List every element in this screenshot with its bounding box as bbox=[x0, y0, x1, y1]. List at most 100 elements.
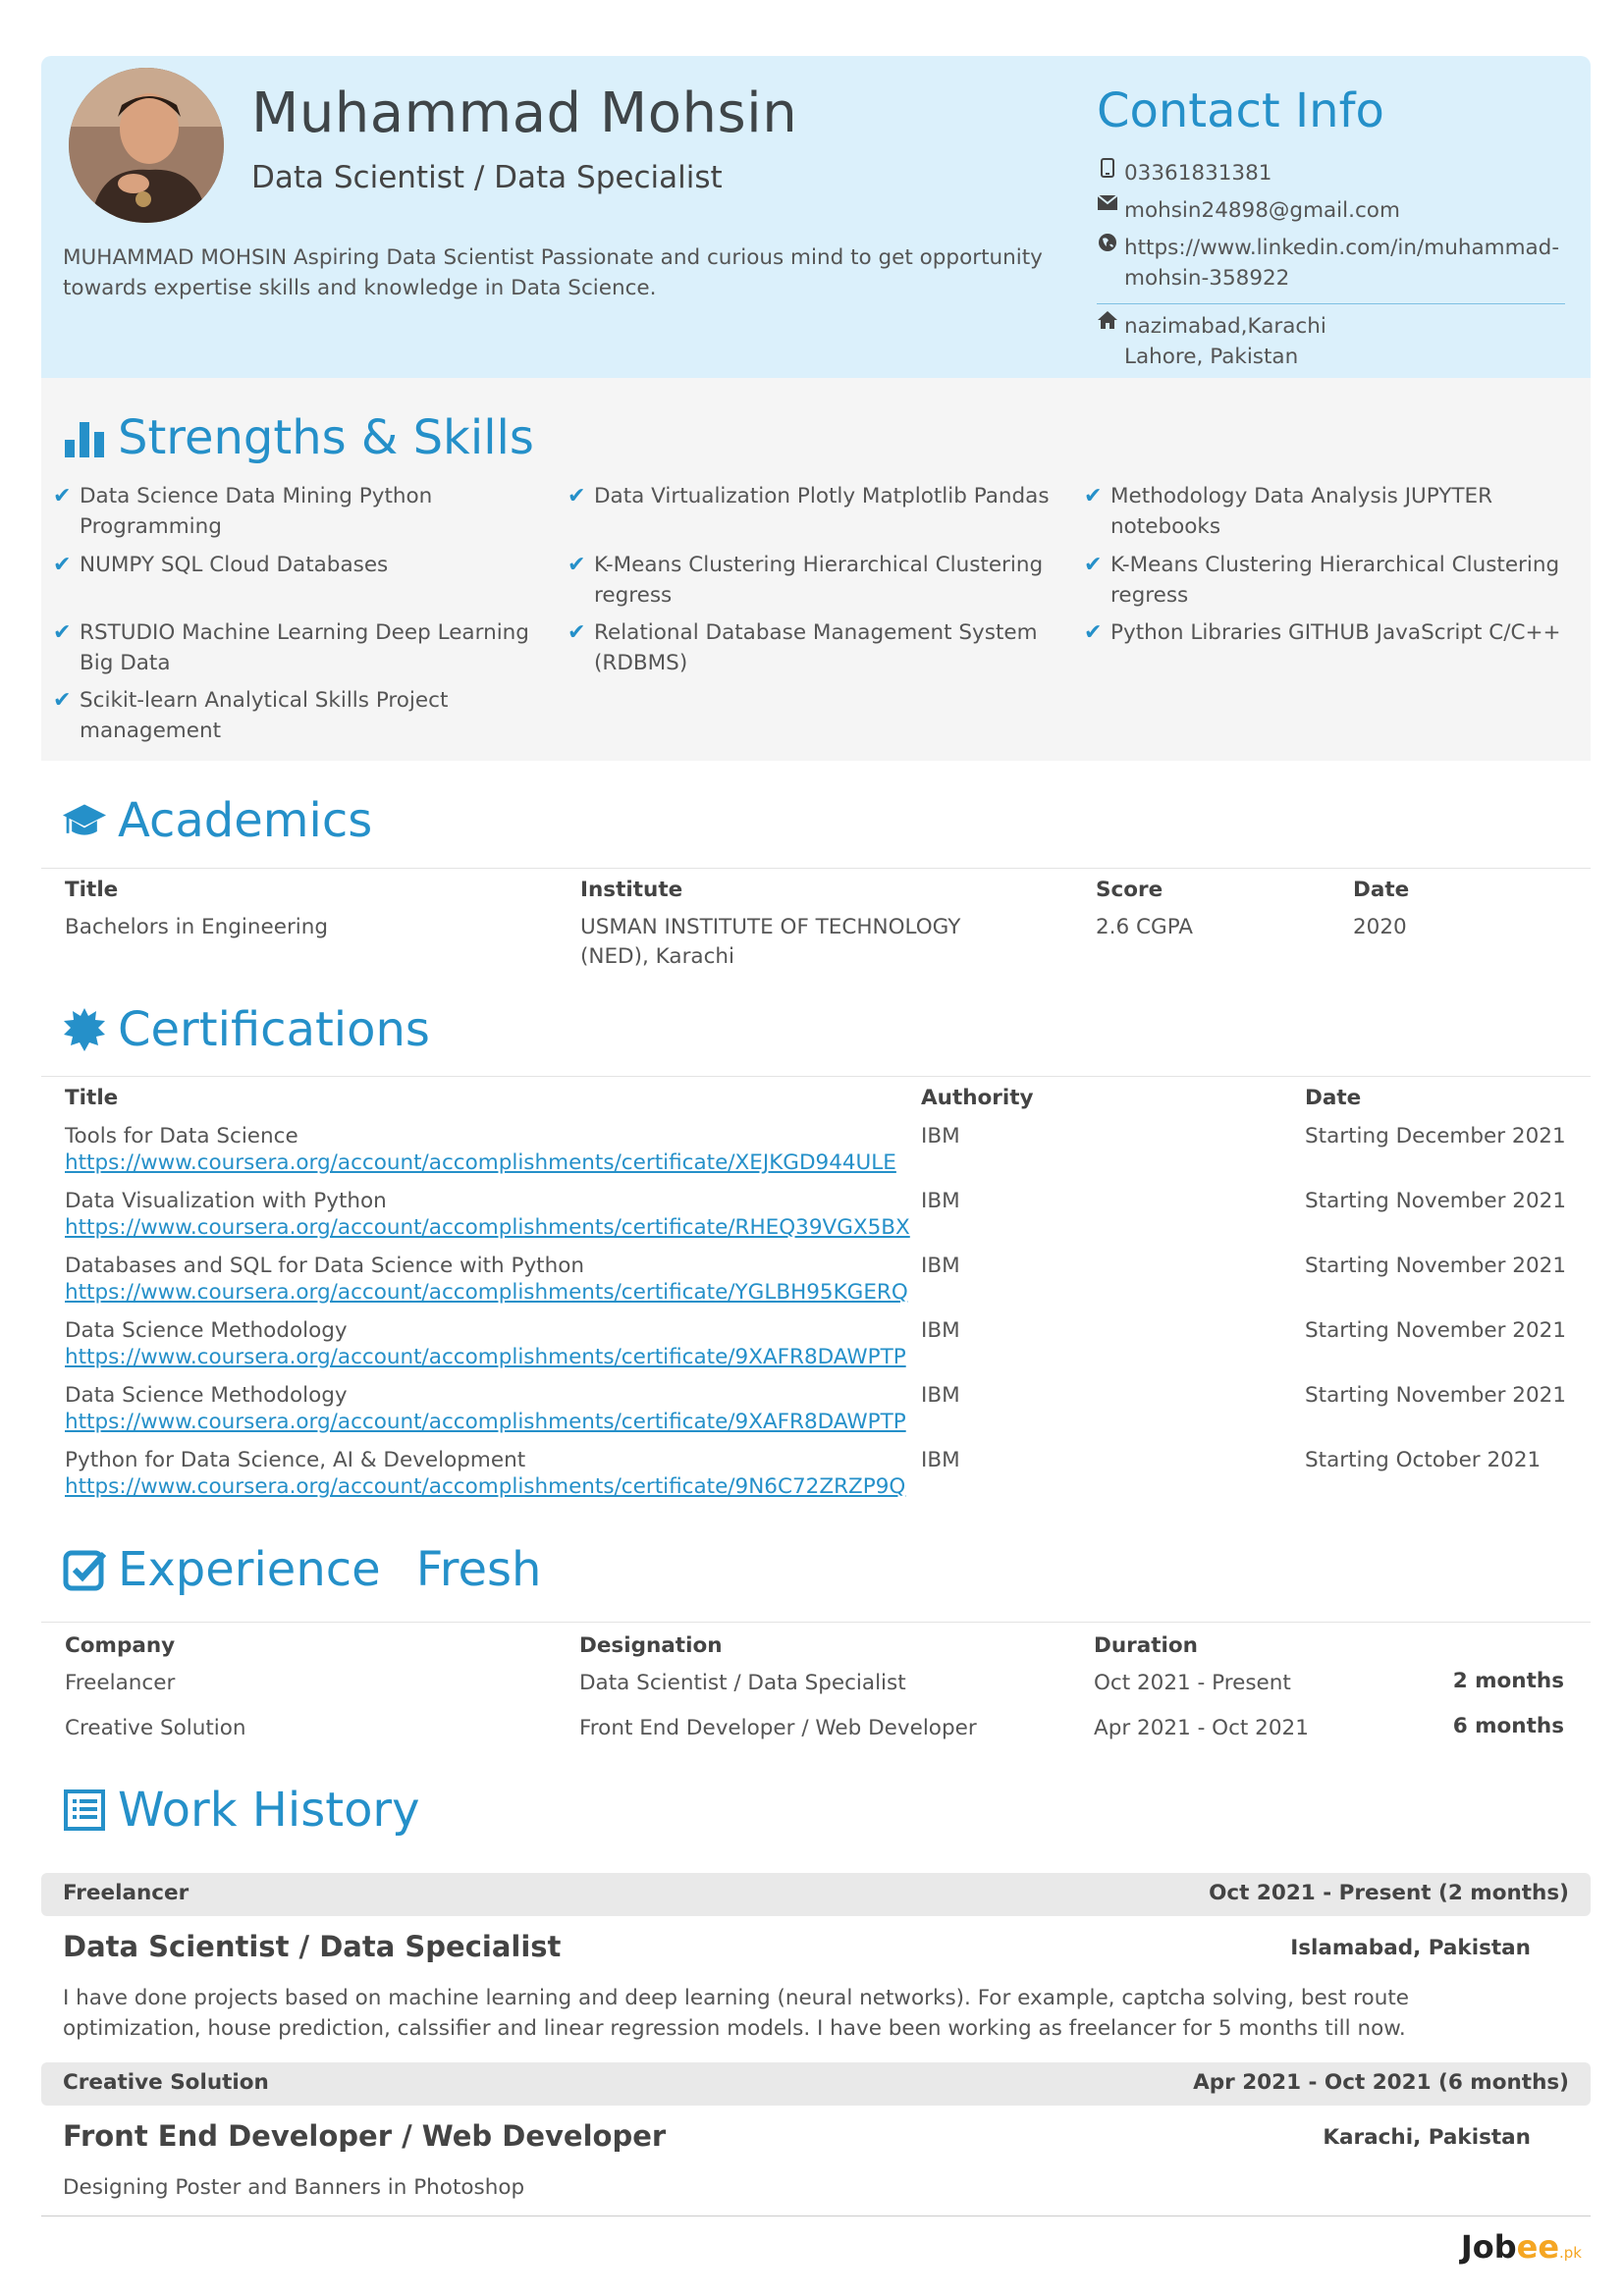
address-line-1: nazimabad,Karachi bbox=[1124, 314, 1326, 339]
exp-length: 6 months bbox=[1452, 1714, 1564, 1738]
work-history-bar: Freelancer Oct 2021 - Present (2 months) bbox=[41, 1873, 1591, 1916]
experience-heading: Experience Fresh bbox=[63, 1542, 541, 1597]
exp-company: Creative Solution bbox=[65, 1716, 246, 1740]
cert-date: Starting November 2021 bbox=[1305, 1189, 1566, 1213]
skill-item: ✔ Methodology Data Analysis JUPYTER noteb… bbox=[1084, 481, 1575, 542]
contact-phone-row: 03361831381 bbox=[1097, 158, 1271, 188]
cert-date: Starting November 2021 bbox=[1305, 1383, 1566, 1408]
skill-item: ✔ Data Science Data Mining Python Program… bbox=[53, 481, 544, 542]
candidate-role: Data Scientist / Data Specialist bbox=[251, 160, 723, 195]
cert-authority: IBM bbox=[921, 1383, 960, 1408]
check-icon: ✔ bbox=[568, 553, 586, 577]
cert-title: Databases and SQL for Data Science with … bbox=[65, 1254, 585, 1278]
certifications-heading: Certifications bbox=[63, 1002, 430, 1057]
check-icon: ✔ bbox=[53, 553, 72, 577]
work-history-period: Oct 2021 - Present (2 months) bbox=[1209, 1881, 1569, 1905]
resume-header: Muhammad Mohsin Data Scientist / Data Sp… bbox=[41, 56, 1591, 378]
address-line-2: Lahore, Pakistan bbox=[1124, 345, 1299, 369]
cert-link[interactable]: https://www.coursera.org/account/accompl… bbox=[65, 1280, 908, 1305]
academics-degree: Bachelors in Engineering bbox=[65, 915, 329, 939]
cert-header-authority: Authority bbox=[921, 1086, 1034, 1110]
contact-divider bbox=[1097, 303, 1565, 304]
work-history-heading: Work History bbox=[63, 1783, 420, 1838]
linkedin-line-1: https://www.linkedin.com/in/muhammad- bbox=[1124, 236, 1560, 260]
contact-title: Contact Info bbox=[1097, 83, 1384, 138]
contact-address-row: nazimabad,Karachi Lahore, Pakistan bbox=[1097, 311, 1326, 372]
check-icon: ✔ bbox=[1084, 484, 1103, 508]
contact-phone: 03361831381 bbox=[1124, 161, 1272, 186]
cert-title: Python for Data Science, AI & Developmen… bbox=[65, 1448, 526, 1472]
exp-designation: Data Scientist / Data Specialist bbox=[579, 1671, 906, 1695]
cert-link[interactable]: https://www.coursera.org/account/accompl… bbox=[65, 1150, 896, 1175]
home-icon bbox=[1097, 311, 1118, 372]
candidate-name: Muhammad Mohsin bbox=[251, 81, 798, 145]
work-history-description: Designing Poster and Banners in Photosho… bbox=[63, 2175, 525, 2200]
academics-date: 2020 bbox=[1353, 915, 1407, 939]
check-icon: ✔ bbox=[1084, 553, 1103, 577]
avatar bbox=[69, 68, 224, 223]
certifications-title: Certifications bbox=[118, 1002, 430, 1057]
bar-chart-icon bbox=[63, 416, 106, 459]
work-history-location: Islamabad, Pakistan bbox=[1290, 1936, 1531, 1960]
skills-heading: Strengths & Skills bbox=[63, 410, 534, 465]
envelope-icon bbox=[1097, 195, 1118, 226]
phone-icon bbox=[1097, 158, 1118, 188]
cert-link[interactable]: https://www.coursera.org/account/accompl… bbox=[65, 1215, 910, 1240]
skill-item: ✔ K-Means Clustering Hierarchical Cluster… bbox=[568, 550, 1058, 611]
cert-title: Data Visualization with Python bbox=[65, 1189, 387, 1213]
linkedin-line-2: mohsin-358922 bbox=[1124, 266, 1290, 291]
cert-link[interactable]: https://www.coursera.org/account/accompl… bbox=[65, 1410, 906, 1434]
list-icon bbox=[63, 1789, 106, 1832]
skill-item: ✔ RSTUDIO Machine Learning Deep Learning … bbox=[53, 617, 544, 678]
cert-link[interactable]: https://www.coursera.org/account/accompl… bbox=[65, 1345, 906, 1369]
contact-address: nazimabad,Karachi Lahore, Pakistan bbox=[1124, 311, 1326, 372]
cert-date: Starting November 2021 bbox=[1305, 1254, 1566, 1278]
cert-title: Data Science Methodology bbox=[65, 1318, 348, 1343]
exp-header-company: Company bbox=[65, 1633, 176, 1658]
badge-icon bbox=[63, 1008, 106, 1051]
work-history-description: I have done projects based on machine le… bbox=[63, 1986, 1409, 2041]
academics-institute: USMAN INSTITUTE OF TECHNOLOGY (NED), Kara… bbox=[580, 915, 961, 969]
academics-header-institute: Institute bbox=[580, 878, 683, 902]
exp-company: Freelancer bbox=[65, 1671, 176, 1695]
cert-date: Starting December 2021 bbox=[1305, 1124, 1566, 1148]
contact-linkedin-row: https://www.linkedin.com/in/muhammad- mo… bbox=[1097, 233, 1559, 294]
work-history-company: Creative Solution bbox=[63, 2070, 269, 2095]
contact-linkedin[interactable]: https://www.linkedin.com/in/muhammad- mo… bbox=[1124, 233, 1559, 294]
exp-designation: Front End Developer / Web Developer bbox=[579, 1716, 977, 1740]
work-history-bar: Creative Solution Apr 2021 - Oct 2021 (6… bbox=[41, 2062, 1591, 2106]
check-icon: ✔ bbox=[53, 484, 72, 508]
work-history-company: Freelancer bbox=[63, 1881, 189, 1905]
academics-header-score: Score bbox=[1096, 878, 1163, 902]
cert-authority: IBM bbox=[921, 1448, 960, 1472]
cert-authority: IBM bbox=[921, 1254, 960, 1278]
skills-title: Strengths & Skills bbox=[118, 410, 534, 465]
cert-authority: IBM bbox=[921, 1189, 960, 1213]
graduation-cap-icon bbox=[63, 799, 106, 842]
check-icon: ✔ bbox=[53, 620, 72, 645]
cert-header-date: Date bbox=[1305, 1086, 1362, 1110]
exp-duration: Apr 2021 - Oct 2021 bbox=[1094, 1716, 1309, 1740]
academics-header-title: Title bbox=[65, 878, 119, 902]
exp-duration: Oct 2021 - Present bbox=[1094, 1671, 1291, 1695]
check-icon: ✔ bbox=[568, 484, 586, 508]
academics-heading: Academics bbox=[63, 793, 372, 848]
skill-item: ✔ Relational Database Management System (… bbox=[568, 617, 1058, 678]
check-icon: ✔ bbox=[53, 688, 72, 713]
academics-header-date: Date bbox=[1353, 878, 1410, 902]
work-history-role: Front End Developer / Web Developer bbox=[63, 2119, 667, 2153]
skill-item: ✔ Python Libraries GITHUB JavaScript C/C+… bbox=[1084, 617, 1575, 648]
contact-email[interactable]: mohsin24898@gmail.com bbox=[1124, 195, 1400, 226]
cert-header-title: Title bbox=[65, 1086, 119, 1110]
jobee-logo: Jobee.pk bbox=[1460, 2228, 1582, 2266]
work-history-title: Work History bbox=[118, 1783, 420, 1838]
experience-divider bbox=[41, 1622, 1591, 1623]
certifications-divider bbox=[41, 1076, 1591, 1077]
contact-email-row: mohsin24898@gmail.com bbox=[1097, 195, 1400, 226]
cert-link[interactable]: https://www.coursera.org/account/accompl… bbox=[65, 1474, 905, 1499]
experience-subtitle: Fresh bbox=[415, 1542, 542, 1597]
check-icon: ✔ bbox=[568, 620, 586, 645]
cert-title: Data Science Methodology bbox=[65, 1383, 348, 1408]
cert-authority: IBM bbox=[921, 1318, 960, 1343]
work-history-location: Karachi, Pakistan bbox=[1323, 2125, 1531, 2150]
